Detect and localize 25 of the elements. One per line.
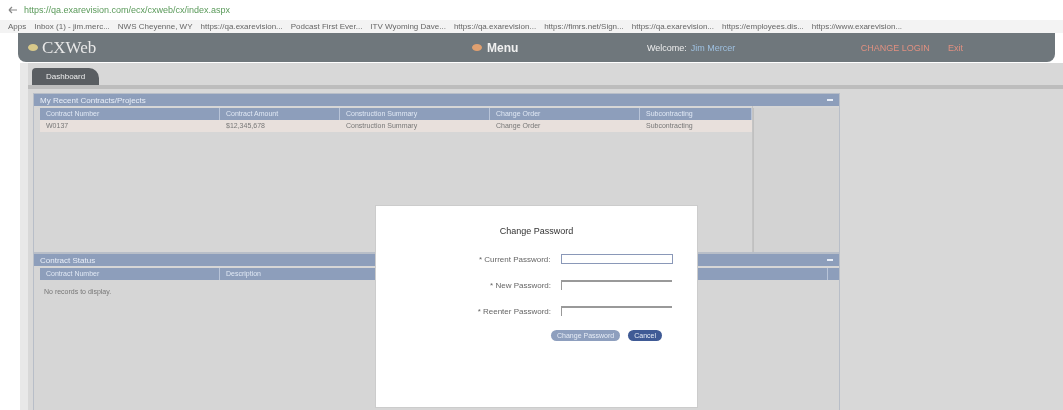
bookmark[interactable]: Podcast First Ever... [290, 22, 363, 31]
welcome-label: Welcome: [647, 42, 687, 53]
bookmark[interactable]: ITV Wyoming Dave... [370, 22, 446, 31]
user-name: Jim Mercer [690, 42, 737, 53]
password-field[interactable] [560, 254, 673, 264]
panel-title: My Recent Contracts/Projects [40, 95, 146, 105]
bookmark[interactable]: Apps [8, 22, 27, 31]
bookmark[interactable]: https://fimrs.net/Sign... [544, 22, 624, 31]
bookmark[interactable]: Inbox (1) - jim.merc... [34, 22, 110, 31]
dialog-title: Change Password [499, 226, 574, 236]
bookmark[interactable]: https://qa.exarevision... [453, 22, 537, 31]
bookmark[interactable]: NWS Cheyenne, WY [117, 22, 193, 31]
logo: CXWeb [42, 37, 98, 58]
address-bar[interactable]: https://qa.exarevision.com/ecx/cxweb/cx/index.aspx [24, 5, 231, 15]
field-label: * New Password: [489, 280, 551, 290]
panel-title: Contract Status [40, 255, 96, 265]
menu-link[interactable]: Menu [487, 40, 627, 55]
tab[interactable]: Dashboard [32, 68, 100, 85]
bookmark[interactable]: https://employees.dis... [722, 22, 804, 31]
bookmark[interactable]: https://qa.exarevision... [631, 22, 714, 31]
field-label: * Reenter Password: [476, 306, 551, 316]
bookmark[interactable]: https://qa.exarevision... [200, 22, 283, 31]
back-icon[interactable] [8, 6, 18, 14]
field-label: * Current Password: [477, 254, 551, 264]
bookmark[interactable]: https://www.exarevision... [811, 22, 903, 31]
